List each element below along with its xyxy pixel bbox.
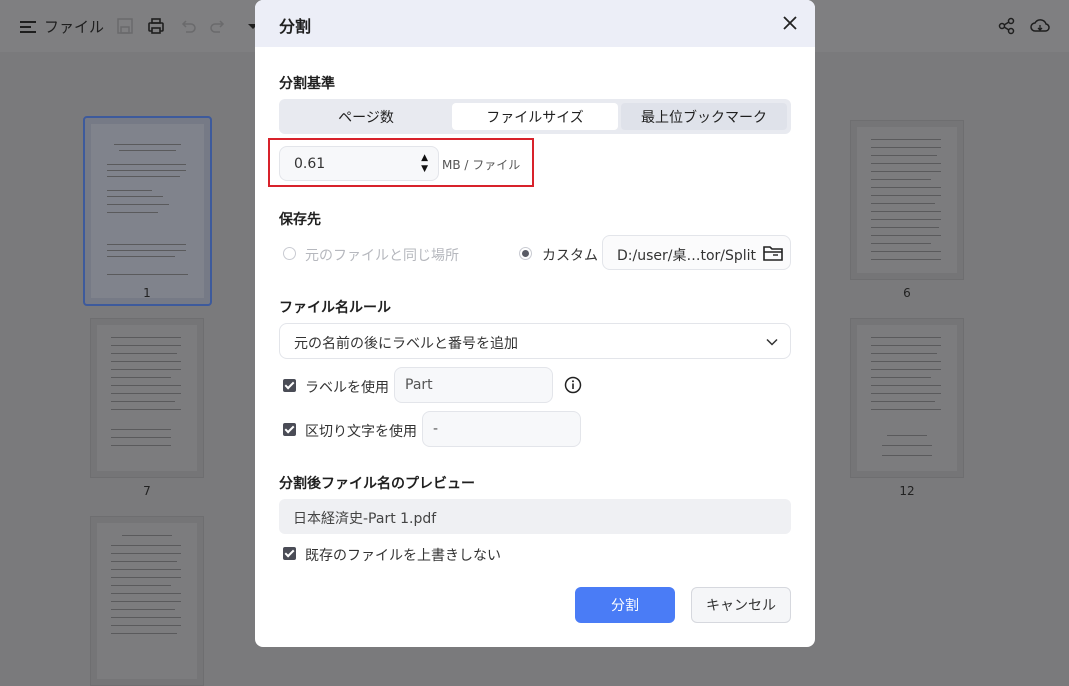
page-number: 7 xyxy=(143,484,151,498)
undo-icon[interactable] xyxy=(178,16,198,36)
page-thumbnail[interactable] xyxy=(83,116,212,306)
no-overwrite-checkbox[interactable] xyxy=(283,547,296,560)
file-menu-label: ファイル xyxy=(44,18,105,36)
filename-rule-heading: ファイル名ルール xyxy=(279,300,391,316)
close-icon[interactable] xyxy=(781,14,799,32)
split-dialog: 分割 分割基準 ページ数 ファイルサイズ 最上位ブックマーク 0.61 ▲ ▼ … xyxy=(255,0,815,647)
preview-filename: 日本経済史-Part 1.pdf xyxy=(293,511,437,527)
page-thumbnail[interactable] xyxy=(850,318,964,478)
save-icon[interactable] xyxy=(115,16,135,36)
split-button[interactable]: 分割 xyxy=(575,587,675,623)
use-separator-text: 区切り文字を使用 xyxy=(305,424,417,440)
dialog-title: 分割 xyxy=(279,17,312,36)
separator-input-value: - xyxy=(433,421,439,437)
size-unit-label: MB / ファイル xyxy=(442,158,521,172)
filename-rule-select[interactable]: 元の名前の後にラベルと番号を追加 xyxy=(279,323,791,359)
filename-preview: 日本経済史-Part 1.pdf xyxy=(279,499,791,534)
page-thumbnail[interactable] xyxy=(850,120,964,280)
page-number: 12 xyxy=(899,484,915,498)
radio-same-location[interactable] xyxy=(283,247,296,260)
page-thumbnail[interactable] xyxy=(90,318,204,478)
use-separator-checkbox[interactable] xyxy=(283,423,296,436)
page-preview xyxy=(857,127,957,273)
page-number: 1 xyxy=(143,286,151,300)
page-preview xyxy=(91,124,204,298)
use-label-text: ラベルを使用 xyxy=(305,380,389,396)
use-label-checkbox[interactable] xyxy=(283,379,296,392)
cloud-icon[interactable] xyxy=(1029,16,1051,36)
page-preview xyxy=(97,523,197,679)
separator-input[interactable]: - xyxy=(422,411,581,447)
stepper-down-icon[interactable]: ▼ xyxy=(421,164,428,175)
cancel-button[interactable]: キャンセル xyxy=(691,587,791,623)
file-menu[interactable]: ファイル xyxy=(20,16,104,37)
chevron-down-icon xyxy=(766,338,778,346)
stepper-arrows[interactable]: ▲ ▼ xyxy=(421,153,428,175)
file-size-value: 0.61 xyxy=(294,156,326,172)
split-criteria-heading: 分割基準 xyxy=(279,76,335,92)
page-number: 6 xyxy=(903,286,911,300)
info-icon[interactable] xyxy=(564,376,582,394)
same-location-label: 元のファイルと同じ場所 xyxy=(305,248,459,264)
radio-custom-location[interactable] xyxy=(519,247,532,260)
stepper-up-icon[interactable]: ▲ xyxy=(421,153,428,164)
custom-path-value: D:/user/桌…tor/Split xyxy=(617,248,757,264)
print-icon[interactable] xyxy=(146,16,166,36)
share-icon[interactable] xyxy=(997,16,1017,36)
split-criteria-tabs: ページ数 ファイルサイズ 最上位ブックマーク xyxy=(279,99,791,134)
dialog-header: 分割 xyxy=(255,0,815,47)
page-preview xyxy=(97,325,197,471)
redo-icon[interactable] xyxy=(208,16,228,36)
tab-page-count[interactable]: ページ数 xyxy=(283,103,449,130)
folder-icon[interactable] xyxy=(762,243,784,263)
file-size-stepper[interactable]: 0.61 ▲ ▼ xyxy=(279,146,439,181)
label-input[interactable]: Part xyxy=(394,367,553,403)
menu-icon xyxy=(20,20,36,33)
tab-file-size[interactable]: ファイルサイズ xyxy=(452,103,618,130)
destination-heading: 保存先 xyxy=(279,212,321,228)
tab-top-bookmark[interactable]: 最上位ブックマーク xyxy=(621,103,787,130)
custom-path-field[interactable]: D:/user/桌…tor/Split xyxy=(602,235,791,270)
filename-rule-value: 元の名前の後にラベルと番号を追加 xyxy=(294,336,518,352)
no-overwrite-label: 既存のファイルを上書きしない xyxy=(305,548,501,564)
page-preview xyxy=(857,325,957,471)
preview-heading: 分割後ファイル名のプレビュー xyxy=(279,476,475,492)
custom-location-label: カスタム xyxy=(542,248,598,264)
label-input-value: Part xyxy=(405,377,433,393)
page-thumbnail[interactable] xyxy=(90,516,204,686)
